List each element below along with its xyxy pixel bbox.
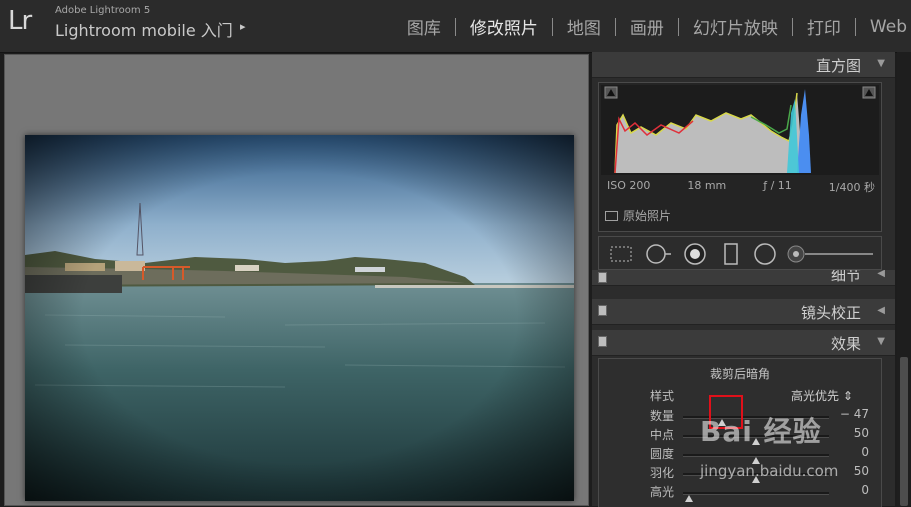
collapse-triangle-icon[interactable]: ▼ — [877, 58, 885, 69]
highlights-slider-row: 高光 0 — [599, 483, 881, 502]
panel-switch-icon[interactable] — [598, 272, 607, 283]
collapse-triangle-icon[interactable]: ◀ — [877, 270, 885, 279]
updown-icon: ⇕ — [842, 389, 853, 403]
original-photo-label: 原始照片 — [623, 209, 672, 223]
lens-correction-title: 镜头校正 — [800, 304, 861, 322]
exif-iso: ISO 200 — [607, 179, 651, 192]
highlight-clipping-icon[interactable] — [862, 86, 876, 99]
slider-label: 圆度 — [650, 447, 675, 461]
original-photo-toggle[interactable]: 原始照片 — [605, 207, 671, 224]
harbor-photo — [25, 135, 574, 501]
slider-label: 高光 — [650, 485, 675, 499]
adjustment-brush-icon[interactable] — [787, 243, 877, 265]
panel-switch-icon[interactable] — [598, 336, 607, 347]
identity-menu-arrow-icon[interactable]: ▸ — [240, 20, 246, 33]
module-print[interactable]: 打印 — [793, 14, 855, 39]
panel-switch-icon[interactable] — [598, 305, 607, 316]
roundness-slider[interactable] — [683, 454, 829, 464]
module-map[interactable]: 地图 — [553, 14, 615, 39]
style-label: 样式 — [650, 389, 675, 403]
slider-label: 中点 — [650, 428, 675, 442]
panel-scrollbar[interactable] — [897, 52, 911, 506]
exif-info: ISO 200 18 mm ƒ / 11 1/400 秒 — [607, 179, 875, 195]
slider-thumb[interactable] — [684, 495, 693, 502]
lens-correction-panel-header[interactable]: 镜头校正 ◀ — [592, 299, 895, 325]
style-dropdown[interactable]: 高光优先 ⇕ — [791, 387, 853, 404]
module-slideshow[interactable]: 幻灯片放映 — [679, 14, 792, 39]
graduated-filter-icon[interactable] — [723, 242, 739, 266]
effects-panel-header[interactable]: 效果 ▼ — [592, 330, 895, 356]
style-dropdown-value: 高光优先 — [791, 389, 840, 403]
spot-removal-icon[interactable] — [645, 243, 673, 265]
original-photo-checkbox[interactable] — [605, 210, 618, 221]
slider-value[interactable]: 0 — [861, 445, 869, 459]
histogram[interactable]: ISO 200 18 mm ƒ / 11 1/400 秒 原始照片 — [598, 82, 882, 232]
detail-title: 细节 — [830, 270, 861, 284]
tool-strip — [598, 236, 882, 270]
image-canvas[interactable] — [4, 54, 589, 506]
scrollbar-thumb[interactable] — [900, 357, 908, 506]
crop-overlay-icon[interactable] — [609, 245, 633, 263]
slider-label: 数量 — [650, 409, 675, 423]
radial-filter-icon[interactable] — [753, 242, 777, 266]
watermark-brand: Bai 经验 — [700, 415, 822, 448]
module-develop[interactable]: 修改照片 — [456, 14, 552, 39]
module-picker: 图库 修改照片 地图 画册 幻灯片放映 打印 Web — [393, 14, 907, 40]
top-bar: Lr Adobe Lightroom 5 Lightroom mobile 入门… — [0, 0, 911, 53]
slider-value[interactable]: − 47 — [840, 407, 869, 421]
exif-aperture: ƒ / 11 — [763, 179, 792, 192]
slider-value[interactable]: 50 — [854, 426, 869, 440]
module-library[interactable]: 图库 — [393, 14, 455, 39]
photo-preview[interactable] — [25, 135, 574, 501]
slider-label: 羽化 — [650, 466, 675, 480]
histogram-title: 直方图 — [815, 57, 861, 75]
collapse-triangle-icon[interactable]: ▼ — [877, 336, 885, 347]
collapse-triangle-icon[interactable]: ◀ — [877, 305, 885, 316]
watermark-url: jingyan.baidu.com — [700, 462, 839, 480]
product-name: Adobe Lightroom 5 — [55, 5, 151, 16]
histogram-graph — [601, 85, 879, 175]
identity-plate-title[interactable]: Lightroom mobile 入门 — [55, 17, 233, 41]
lightroom-logo: Lr — [8, 6, 32, 36]
exif-focal-length: 18 mm — [687, 179, 727, 192]
redeye-icon[interactable] — [683, 242, 707, 266]
slider-value[interactable]: 50 — [854, 464, 869, 478]
histogram-panel-header[interactable]: 直方图 ▼ — [592, 52, 895, 78]
vignette-section-title: 裁剪后暗角 — [709, 367, 770, 381]
shadow-clipping-icon[interactable] — [604, 86, 618, 99]
effects-title: 效果 — [830, 335, 861, 353]
module-book[interactable]: 画册 — [616, 14, 678, 39]
detail-panel-header[interactable]: 细节 ◀ — [592, 270, 895, 286]
exif-shutter: 1/400 秒 — [828, 181, 875, 194]
module-web[interactable]: Web — [856, 17, 907, 37]
highlights-slider[interactable] — [683, 492, 829, 502]
slider-value[interactable]: 0 — [861, 483, 869, 497]
